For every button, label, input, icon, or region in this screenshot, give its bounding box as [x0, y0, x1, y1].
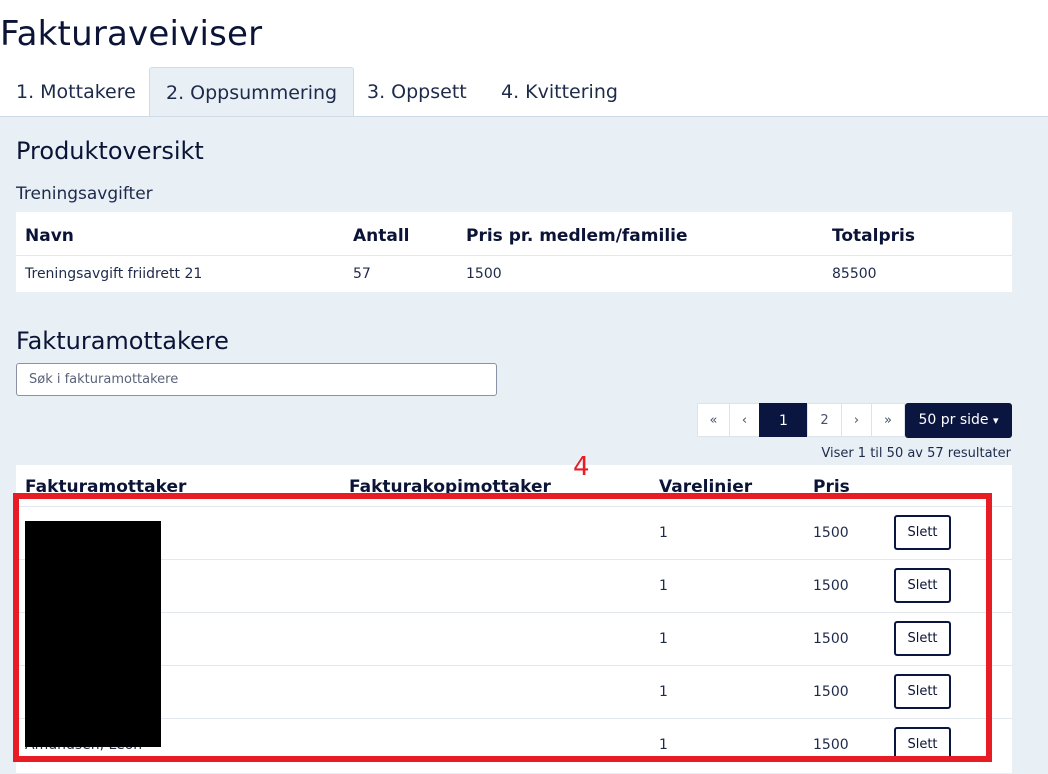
annotation-number: 4 — [573, 452, 590, 482]
per-page-dropdown[interactable]: 50 pr side ▾ — [905, 403, 1012, 438]
product-table: Navn Antall Pris pr. medlem/familie Tota… — [16, 212, 1012, 292]
product-overview-heading: Produktoversikt — [16, 137, 204, 165]
page-title: Fakturaveiviser — [0, 14, 263, 54]
column-header-antall: Antall — [353, 226, 410, 246]
column-header-totalpris: Totalpris — [832, 226, 915, 246]
first-page-button[interactable]: « — [697, 403, 730, 437]
tab-kvittering[interactable]: 4. Kvittering — [485, 67, 634, 117]
next-page-button[interactable]: › — [841, 403, 872, 437]
last-page-button[interactable]: » — [871, 403, 905, 437]
product-name-cell: Treningsavgift friidrett 21 — [25, 266, 203, 282]
per-page-label: 50 pr side — [918, 412, 989, 428]
column-header-pris: Pris pr. medlem/familie — [466, 226, 688, 246]
recipients-heading: Fakturamottakere — [16, 327, 229, 355]
page-1-button[interactable]: 1 — [759, 403, 808, 437]
product-price-cell: 1500 — [466, 266, 502, 282]
column-header-navn: Navn — [25, 226, 74, 246]
prev-page-button[interactable]: ‹ — [729, 403, 760, 437]
chevron-down-icon: ▾ — [992, 414, 999, 427]
tab-oppsett[interactable]: 3. Oppsett — [351, 67, 483, 117]
result-count-text: Viser 1 til 50 av 57 resultater — [821, 446, 1011, 461]
tab-oppsummering[interactable]: 2. Oppsummering — [149, 67, 355, 118]
product-total-cell: 85500 — [832, 266, 877, 282]
product-group-label: Treningsavgifter — [16, 184, 153, 204]
tab-mottakere[interactable]: 1. Mottakere — [0, 67, 152, 117]
wizard-tabs: 1. Mottakere 2. Oppsummering 3. Oppsett … — [0, 67, 1048, 118]
product-quantity-cell: 57 — [353, 266, 371, 282]
recipient-search-input[interactable] — [16, 363, 497, 396]
annotation-highlight-box — [13, 493, 992, 762]
row-divider — [16, 255, 1012, 256]
page-2-button[interactable]: 2 — [807, 403, 842, 437]
